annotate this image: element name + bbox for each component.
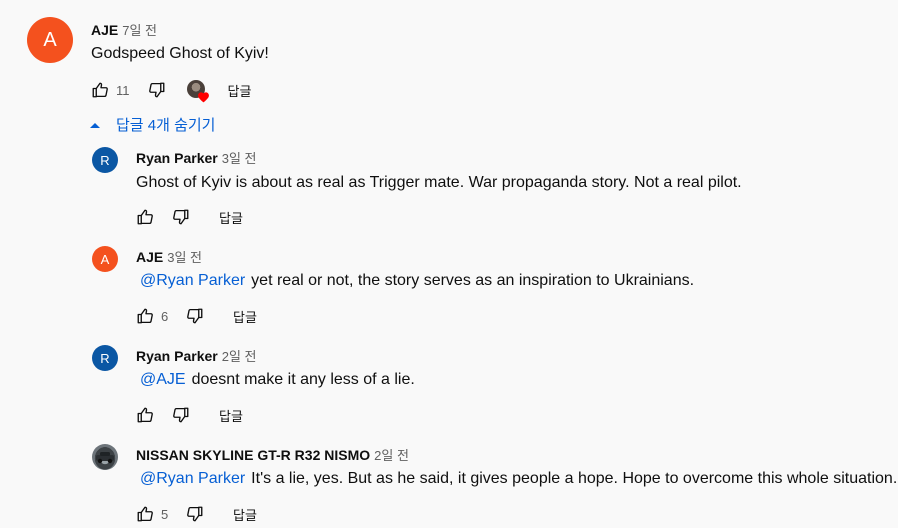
car-photo-icon xyxy=(96,452,114,464)
reply-header: Ryan Parker 2일 전 xyxy=(136,346,256,365)
like-button[interactable] xyxy=(90,80,110,100)
dislike-button[interactable] xyxy=(171,405,191,425)
reply-actions: 답글 xyxy=(135,205,243,229)
reply-actions: 5 답글 xyxy=(135,502,257,526)
comment-thread: A AJE 7일 전 Godspeed Ghost of Kyiv! 11 답글 … xyxy=(0,0,898,140)
like-count: 5 xyxy=(161,506,169,522)
reply-header: NISSAN SKYLINE GT-R R32 NISMO 2일 전 xyxy=(136,445,409,464)
reply-item: R Ryan Parker 3일 전 Ghost of Kyiv is about… xyxy=(0,140,898,239)
thumbs-down-icon xyxy=(173,209,189,225)
comment-time[interactable]: 7일 전 xyxy=(122,23,157,38)
reply-time[interactable]: 3일 전 xyxy=(167,250,202,265)
reply-time[interactable]: 2일 전 xyxy=(222,349,257,364)
dislike-button[interactable] xyxy=(171,207,191,227)
thumbs-down-icon xyxy=(187,308,203,324)
reply-item: R Ryan Parker 2일 전 @AJE doesnt make it any… xyxy=(0,338,898,437)
author-name[interactable]: Ryan Parker xyxy=(136,348,218,364)
like-button[interactable] xyxy=(135,207,155,227)
like-button[interactable] xyxy=(135,306,155,326)
author-name[interactable]: AJE xyxy=(91,22,118,38)
creator-heart xyxy=(186,78,211,103)
reply-body: doesnt make it any less of a lie. xyxy=(191,371,415,388)
thumbs-up-icon xyxy=(92,82,108,98)
reply-header: Ryan Parker 3일 전 xyxy=(136,148,256,167)
like-count: 11 xyxy=(116,82,130,98)
replies-list: R Ryan Parker 3일 전 Ghost of Kyiv is about… xyxy=(0,140,898,528)
comment-header: AJE 7일 전 xyxy=(91,20,157,39)
reply-button[interactable]: 답글 xyxy=(228,81,252,100)
comment-text: Godspeed Ghost of Kyiv! xyxy=(91,45,269,62)
reply-button[interactable]: 답글 xyxy=(219,406,243,425)
reply-actions: 답글 xyxy=(135,403,243,427)
reply-body: yet real or not, the story serves as an … xyxy=(251,272,695,289)
like-count: 6 xyxy=(161,308,169,324)
reply-text: Ghost of Kyiv is about as real as Trigge… xyxy=(136,174,742,192)
dislike-button[interactable] xyxy=(185,306,205,326)
thumbs-down-icon xyxy=(173,407,189,423)
author-name[interactable]: AJE xyxy=(136,249,163,265)
reply-item: NISSAN SKYLINE GT-R R32 NISMO 2일 전 @Ryan … xyxy=(0,437,898,528)
hide-replies-button[interactable]: 답글 4개 숨기기 xyxy=(89,114,215,135)
reply-button[interactable]: 답글 xyxy=(219,208,243,227)
dislike-button[interactable] xyxy=(185,504,205,524)
author-name[interactable]: NISSAN SKYLINE GT-R R32 NISMO xyxy=(136,447,370,463)
creator-heart-icon xyxy=(197,92,209,103)
thumbs-up-icon xyxy=(137,209,153,225)
reply-time[interactable]: 3일 전 xyxy=(222,151,257,166)
like-button[interactable] xyxy=(135,405,155,425)
thumbs-down-icon xyxy=(187,506,203,522)
mention-link[interactable]: @Ryan Parker xyxy=(140,272,245,289)
reply-actions: 6 답글 xyxy=(135,304,257,328)
avatar[interactable]: A xyxy=(92,246,118,272)
avatar[interactable] xyxy=(92,444,118,470)
author-name[interactable]: Ryan Parker xyxy=(136,150,218,166)
avatar-letter: A xyxy=(100,251,110,267)
thumbs-up-icon xyxy=(137,308,153,324)
reply-text: @AJE doesnt make it any less of a lie. xyxy=(140,371,415,389)
thumbs-up-icon xyxy=(137,506,153,522)
reply-button[interactable]: 답글 xyxy=(233,307,257,326)
like-button[interactable] xyxy=(135,504,155,524)
avatar-letter: A xyxy=(43,28,57,51)
avatar-letter: R xyxy=(100,350,110,366)
dislike-button[interactable] xyxy=(147,80,167,100)
comment-actions: 11 답글 xyxy=(90,78,252,103)
hide-replies-label: 답글 4개 숨기기 xyxy=(116,117,216,134)
avatar[interactable]: A xyxy=(27,17,73,63)
chevron-up-icon xyxy=(90,122,100,128)
reply-time[interactable]: 2일 전 xyxy=(374,448,409,463)
thumbs-up-icon xyxy=(137,407,153,423)
reply-header: AJE 3일 전 xyxy=(136,247,202,266)
reply-body: Ghost of Kyiv is about as real as Trigge… xyxy=(136,174,742,191)
reply-button[interactable]: 답글 xyxy=(233,505,257,524)
thumbs-down-icon xyxy=(148,82,164,98)
mention-link[interactable]: @AJE xyxy=(140,371,186,388)
mention-link[interactable]: @Ryan Parker xyxy=(140,470,245,487)
avatar[interactable]: R xyxy=(92,345,118,371)
avatar[interactable]: R xyxy=(92,147,118,173)
reply-body: It's a lie, yes. But as he said, it give… xyxy=(251,470,898,487)
reply-text: @Ryan Parker It's a lie, yes. But as he s… xyxy=(140,470,897,488)
avatar-letter: R xyxy=(100,152,110,168)
reply-text: @Ryan Parker yet real or not, the story s… xyxy=(140,272,694,290)
reply-item: A AJE 3일 전 @Ryan Parker yet real or not, t… xyxy=(0,239,898,338)
